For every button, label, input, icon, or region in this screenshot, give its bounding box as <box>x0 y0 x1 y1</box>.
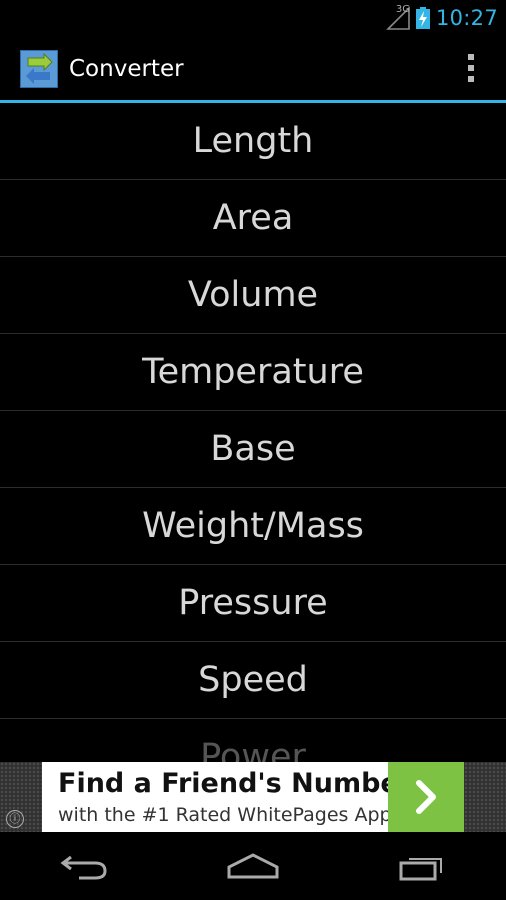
chevron-right-icon <box>416 780 436 814</box>
home-icon <box>227 853 279 879</box>
ad-info-icon[interactable]: ⓘ <box>6 810 24 828</box>
ad-headline: Find a Friend's Number <box>58 768 413 799</box>
converter-app-icon[interactable] <box>19 49 59 89</box>
clock: 10:27 <box>435 6 498 30</box>
overflow-menu-icon[interactable] <box>466 54 476 84</box>
back-button[interactable] <box>44 841 124 891</box>
status-icons: 3G 10:27 <box>386 0 498 36</box>
list-item-temperature[interactable]: Temperature <box>0 334 506 411</box>
network-type-label: 3G <box>395 4 410 15</box>
recent-apps-icon <box>399 858 442 881</box>
ad-content[interactable]: Find a Friend's Number with the #1 Rated… <box>42 762 464 832</box>
list-item-volume[interactable]: Volume <box>0 257 506 334</box>
back-icon <box>60 855 107 880</box>
navigation-bar <box>0 832 506 900</box>
list-item-speed[interactable]: Speed <box>0 642 506 719</box>
status-bar: 3G 10:27 <box>0 0 506 36</box>
home-button[interactable] <box>213 841 293 891</box>
list-item-base[interactable]: Base <box>0 411 506 488</box>
ad-subtext: with the #1 Rated WhitePages App <box>58 804 392 826</box>
recent-apps-button[interactable] <box>382 841 462 891</box>
battery-charging-icon <box>415 7 430 29</box>
list-item-pressure[interactable]: Pressure <box>0 565 506 642</box>
list-item-area[interactable]: Area <box>0 180 506 257</box>
ad-go-button[interactable] <box>388 762 464 832</box>
category-list[interactable]: Length Area Volume Temperature Base Weig… <box>0 103 506 762</box>
app-title: Converter <box>69 56 184 82</box>
list-item-length[interactable]: Length <box>0 103 506 180</box>
action-bar: Converter <box>0 36 506 100</box>
list-item-weight-mass[interactable]: Weight/Mass <box>0 488 506 565</box>
signal-icon: 3G <box>386 4 410 30</box>
ad-banner[interactable]: Find a Friend's Number with the #1 Rated… <box>0 762 506 832</box>
ad-pattern-right <box>464 762 506 832</box>
list-item-power[interactable]: Power <box>0 719 506 762</box>
